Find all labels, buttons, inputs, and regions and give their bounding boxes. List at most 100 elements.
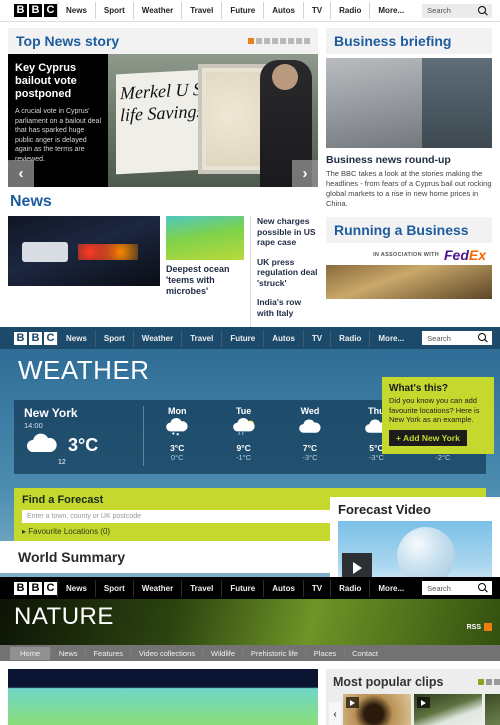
bbc-logo[interactable]: B B C — [14, 4, 57, 17]
news-story-grid: Deepest ocean 'teems with microbes' New … — [8, 216, 318, 327]
carousel-dot-8[interactable] — [304, 38, 310, 44]
forecast-day-mon[interactable]: Mon 3°C 0°C — [144, 406, 210, 466]
nav-link-tv[interactable]: TV — [302, 2, 330, 19]
cloud-icon — [299, 419, 321, 433]
forecast-video-thumbnail[interactable] — [338, 521, 492, 577]
forecast-low: 0°C — [170, 453, 184, 462]
search-placeholder: Search — [427, 333, 451, 343]
nav-link-future[interactable]: Future — [221, 329, 263, 347]
clips-dot-3[interactable] — [494, 679, 500, 685]
carousel-dot-5[interactable] — [280, 38, 286, 44]
running-business-title: Running a Business — [326, 217, 492, 243]
news-secondary-story[interactable]: Deepest ocean 'teems with microbes' — [166, 216, 244, 327]
top-news-carousel[interactable]: Merkel U Stole our life Savings Key Cypr… — [8, 54, 318, 187]
nav-link-sport[interactable]: Sport — [94, 2, 133, 19]
nav-link-news[interactable]: News — [57, 2, 95, 19]
clip-thumbnail — [485, 694, 500, 725]
carousel-dot-2[interactable] — [256, 38, 262, 44]
nav-link-radio[interactable]: Radio — [330, 329, 369, 347]
rss-icon — [484, 623, 492, 631]
news-headline-1[interactable]: New charges possible in US rape case — [257, 216, 318, 257]
forecast-day-tue[interactable]: Tue 9°C -1°C — [210, 406, 276, 466]
clip-item-egg-warmer[interactable]: Egg warmer — [414, 694, 482, 725]
search-input[interactable]: Search — [422, 581, 492, 595]
news-headline-2[interactable]: UK press regulation deal 'struck' — [257, 257, 318, 298]
clips-dot-2[interactable] — [486, 679, 492, 685]
subnav-item-wildlife[interactable]: Wildlife — [204, 649, 242, 658]
search-icon[interactable] — [478, 583, 487, 592]
carousel-dot-6[interactable] — [288, 38, 294, 44]
bbc-nature-page: B B C News Sport Weather Travel Future A… — [0, 577, 500, 725]
carousel-next-button[interactable]: › — [292, 160, 318, 187]
forecast-low: -2°C — [435, 453, 451, 462]
bbc-logo[interactable]: B B C — [14, 331, 57, 345]
carousel-dot-3[interactable] — [264, 38, 270, 44]
nav-link-more[interactable]: More... — [369, 579, 412, 597]
nav-link-sport[interactable]: Sport — [94, 579, 133, 597]
clip-item-partial[interactable]: A — [485, 694, 500, 725]
nav-link-travel[interactable]: Travel — [181, 579, 221, 597]
play-icon[interactable] — [417, 697, 430, 708]
nav-link-tv[interactable]: TV — [302, 329, 330, 347]
nav-link-radio[interactable]: Radio — [330, 2, 369, 19]
nav-link-travel[interactable]: Travel — [181, 329, 221, 347]
most-popular-clips-panel: Most popular clips ‹ Sound sense — [326, 669, 500, 725]
nav-link-autos[interactable]: Autos — [263, 329, 303, 347]
clip-item-sound-sense[interactable]: Sound sense — [343, 694, 411, 725]
bbc-logo[interactable]: B B C — [14, 581, 57, 595]
subnav-item-places[interactable]: Places — [307, 649, 344, 658]
clips-prev-button[interactable]: ‹ — [329, 702, 341, 725]
nav-link-future[interactable]: Future — [221, 579, 263, 597]
nav-link-future[interactable]: Future — [221, 2, 263, 19]
subnav-item-contact[interactable]: Contact — [345, 649, 385, 658]
weather-hero: WEATHER Settings Language New York 14:00… — [0, 349, 500, 577]
nature-feature-image[interactable]: Deepest life — [8, 669, 318, 725]
forecast-video-panel: Forecast Video — [330, 497, 500, 577]
play-icon[interactable] — [342, 553, 372, 577]
nav-link-travel[interactable]: Travel — [181, 2, 221, 19]
carousel-dots[interactable] — [248, 38, 310, 44]
search-input[interactable]: Search — [422, 3, 492, 18]
subnav-item-home[interactable]: Home — [10, 646, 51, 660]
nav-link-sport[interactable]: Sport — [94, 329, 133, 347]
subnav-item-news[interactable]: News — [52, 649, 85, 658]
business-story-title[interactable]: Business news round-up — [326, 154, 492, 166]
clips-carousel: ‹ Sound sense Egg warmer — [329, 694, 500, 725]
search-input[interactable]: Search — [422, 331, 492, 345]
news-main-column: Top News story Merkel U Stole our life S… — [8, 28, 318, 327]
nav-link-autos[interactable]: Autos — [263, 579, 303, 597]
nav-link-more[interactable]: More... — [369, 329, 412, 347]
carousel-prev-button[interactable]: ‹ — [8, 160, 34, 187]
nav-link-tv[interactable]: TV — [302, 579, 330, 597]
nature-brand-title: NATURE — [14, 603, 114, 630]
top-story-summary: A crucial vote in Cyprus' parliament on … — [15, 108, 102, 163]
play-icon[interactable] — [346, 697, 359, 708]
nav-link-weather[interactable]: Weather — [132, 579, 181, 597]
subnav-item-prehistoric-life[interactable]: Prehistoric life — [244, 649, 305, 658]
bbc-logo-letter-b2: B — [29, 4, 42, 17]
nav-link-news[interactable]: News — [57, 579, 95, 597]
search-placeholder: Search — [427, 6, 451, 15]
nav-link-weather[interactable]: Weather — [132, 329, 181, 347]
rss-link[interactable]: RSS — [467, 623, 492, 631]
news-headline-3[interactable]: India's row with Italy — [257, 297, 318, 327]
subnav-item-features[interactable]: Features — [86, 649, 130, 658]
carousel-dot-1[interactable] — [248, 38, 254, 44]
news-secondary-headline: Deepest ocean 'teems with microbes' — [166, 264, 230, 296]
search-icon[interactable] — [478, 5, 487, 15]
clips-carousel-dots[interactable] — [478, 679, 500, 685]
subnav-item-video-collections[interactable]: Video collections — [132, 649, 202, 658]
nav-link-autos[interactable]: Autos — [263, 2, 303, 19]
nav-links: News Sport Weather Travel Future Autos T… — [57, 329, 412, 347]
nav-link-radio[interactable]: Radio — [330, 579, 369, 597]
clips-dot-1[interactable] — [478, 679, 484, 685]
carousel-dot-7[interactable] — [296, 38, 302, 44]
forecast-day-wed[interactable]: Wed 7°C -3°C — [277, 406, 343, 466]
news-lead-photo[interactable] — [8, 216, 160, 286]
nav-link-weather[interactable]: Weather — [132, 2, 181, 19]
nav-link-more[interactable]: More... — [369, 2, 412, 19]
nav-link-news[interactable]: News — [57, 329, 95, 347]
add-location-button[interactable]: + Add New York — [389, 429, 467, 446]
search-icon[interactable] — [478, 333, 487, 342]
carousel-dot-4[interactable] — [272, 38, 278, 44]
